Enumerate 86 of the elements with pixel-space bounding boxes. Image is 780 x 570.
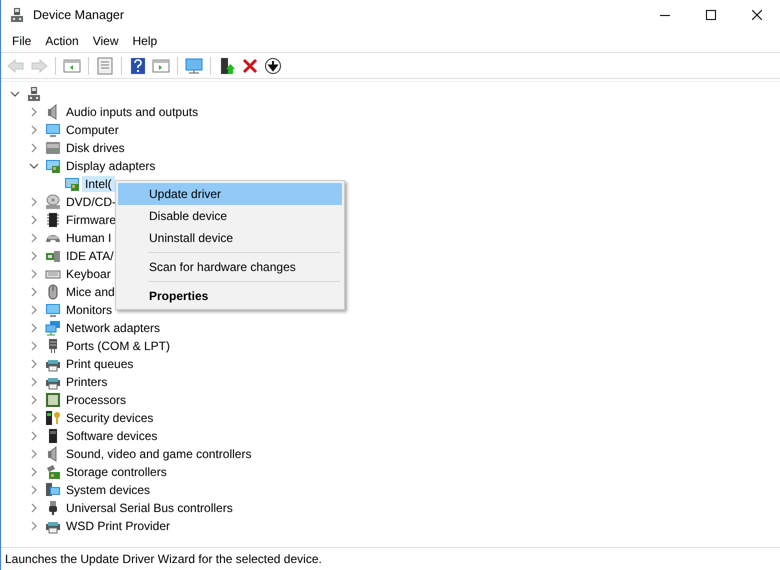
tree-item[interactable]: Keyboar [63, 266, 114, 282]
chevron-icon[interactable] [29, 485, 39, 495]
chevron-icon[interactable] [29, 341, 39, 351]
chevron-icon[interactable] [29, 305, 39, 315]
app-icon [9, 7, 25, 23]
display-card-icon [45, 158, 61, 174]
menu-item[interactable]: Disable device [118, 205, 342, 227]
chevron-icon[interactable] [29, 287, 39, 297]
tree-item[interactable]: Audio inputs and outputs [63, 104, 202, 120]
monitor-icon [45, 302, 61, 318]
chevron-icon[interactable] [29, 233, 39, 243]
tree-item[interactable]: IDE ATA/ [63, 248, 117, 264]
close-icon [752, 10, 762, 20]
panel-icon [152, 56, 170, 74]
menu-item[interactable]: File [5, 32, 38, 50]
chevron-icon[interactable] [29, 197, 39, 207]
drive-icon [45, 140, 61, 156]
key-icon [45, 410, 61, 426]
chevron-icon[interactable] [29, 251, 39, 261]
back-icon [7, 56, 25, 74]
status-text: Launches the Update Driver Wizard for the selected device. [5, 552, 322, 566]
chevron-icon[interactable] [29, 125, 39, 135]
chevron-icon[interactable] [29, 431, 39, 441]
chevron-icon[interactable] [29, 503, 39, 513]
chevron-icon[interactable] [29, 377, 39, 387]
menu-item[interactable]: View [86, 32, 126, 50]
chip-icon [45, 212, 61, 228]
tree-item[interactable]: Intel( [82, 176, 115, 192]
chevron-icon[interactable] [29, 107, 39, 117]
tree-item[interactable]: System devices [63, 482, 154, 498]
tree-item[interactable]: Firmware [63, 212, 119, 228]
tree-item[interactable]: Print queues [63, 356, 136, 372]
tree-item[interactable]: DVD/CD- [63, 194, 119, 210]
chevron-icon[interactable] [29, 323, 39, 333]
chevron-icon[interactable] [29, 413, 39, 423]
tree-item[interactable]: Monitors [63, 302, 116, 318]
window-title: Device Manager [33, 8, 126, 22]
card-icon [45, 248, 61, 264]
tree-item[interactable]: Disk drives [63, 140, 128, 156]
display-card-icon [64, 176, 80, 192]
menu-item[interactable]: Update driver [118, 183, 342, 205]
tree-item[interactable]: Printers [63, 374, 110, 390]
chevron-icon[interactable] [29, 161, 39, 171]
tree-item[interactable]: Software devices [63, 428, 160, 444]
chevron-icon[interactable] [29, 359, 39, 369]
menu-item[interactable]: Properties [118, 285, 342, 307]
system-icon [45, 482, 61, 498]
tree-item[interactable]: Ports (COM & LPT) [63, 338, 174, 354]
chevron-icon[interactable] [29, 467, 39, 477]
tree-item[interactable]: WSD Print Provider [63, 518, 174, 534]
tree-item[interactable]: Display adapters [63, 158, 158, 174]
sheet-icon [96, 56, 114, 74]
chevron-icon[interactable] [29, 215, 39, 225]
tree-item[interactable]: Network adapters [63, 320, 164, 336]
menu-item[interactable]: Scan for hardware changes [118, 256, 342, 278]
menu-item[interactable]: Uninstall device [118, 227, 342, 249]
download-icon [264, 56, 282, 74]
disc-icon [45, 194, 61, 210]
maximize-icon [706, 10, 716, 20]
processor-icon [45, 392, 61, 408]
tree-item[interactable]: Processors [63, 392, 130, 408]
chevron-icon[interactable] [29, 269, 39, 279]
chevron-icon[interactable] [29, 521, 39, 531]
update-driver-icon [218, 56, 236, 74]
tree-item[interactable]: Universal Serial Bus controllers [63, 500, 236, 516]
menu-item[interactable]: Action [38, 32, 86, 50]
menu-item[interactable]: Help [126, 32, 164, 50]
network-icon [45, 320, 61, 336]
tree-item[interactable]: Security devices [63, 410, 156, 426]
help-icon [129, 56, 147, 74]
monitor-icon [185, 56, 203, 74]
chevron-icon[interactable] [10, 89, 20, 99]
tree-item[interactable]: Mice and [63, 284, 118, 300]
delete-icon [241, 56, 259, 74]
computer-icon [26, 86, 42, 102]
tree-item[interactable]: Storage controllers [63, 464, 170, 480]
storage-icon [45, 464, 61, 480]
chevron-icon[interactable] [29, 143, 39, 153]
tree-item[interactable]: Sound, video and game controllers [63, 446, 254, 462]
tree-item[interactable]: Human I [63, 230, 114, 246]
panel-icon [63, 56, 81, 74]
forward-icon [30, 56, 48, 74]
monitor-icon [45, 122, 61, 138]
chevron-icon[interactable] [29, 395, 39, 405]
tree-item[interactable]: Computer [63, 122, 122, 138]
chevron-icon[interactable] [29, 449, 39, 459]
